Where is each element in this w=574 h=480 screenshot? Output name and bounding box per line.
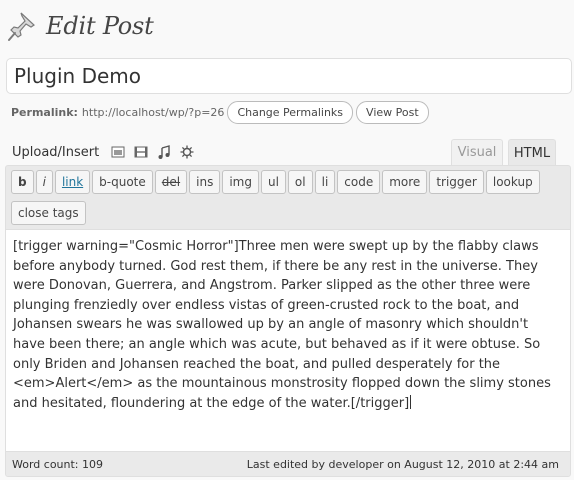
change-permalinks-button[interactable]: Change Permalinks	[227, 100, 354, 124]
pushpin-icon	[8, 12, 35, 41]
post-editor: b i link b-quote del ins img ul ol li code more trig…	[5, 165, 571, 477]
permalink-row: Permalink: http://localhost/wp/?p=26 Cha…	[11, 99, 429, 125]
last-edited: Last edited by developer on August 12, 2…	[246, 457, 559, 471]
permalink-label: Permalink:	[11, 105, 78, 119]
upload-insert-label: Upload/Insert	[12, 144, 100, 160]
quicktag-more-button[interactable]: more	[382, 170, 428, 194]
add-video-icon[interactable]	[134, 145, 148, 159]
editor-status-bar: Word count: 109 Last edited by developer…	[6, 452, 570, 476]
quicktag-b-quote-button[interactable]: b-quote	[92, 170, 153, 194]
permalink-url: http://localhost/wp/?p=26	[81, 105, 225, 119]
text-cursor	[410, 394, 412, 409]
tab-visual[interactable]: Visual	[451, 139, 503, 165]
quicktag-del-button[interactable]: del	[154, 170, 188, 194]
page-title: Edit Post	[46, 12, 154, 40]
post-title-input[interactable]	[6, 58, 572, 94]
word-count: Word count: 109	[12, 457, 104, 471]
quicktag-li-button[interactable]: li	[314, 170, 336, 194]
quicktag-img-button[interactable]: img	[222, 170, 259, 194]
quicktag-code-button[interactable]: code	[337, 170, 381, 194]
tab-html[interactable]: HTML	[508, 139, 556, 166]
quicktag-ins-button[interactable]: ins	[189, 170, 221, 194]
add-audio-icon[interactable]	[157, 145, 171, 159]
post-content-text: [trigger warning="Cosmic Horror"]Three m…	[13, 239, 551, 411]
quicktags-toolbar: b i link b-quote del ins img ul ol li code more trig…	[6, 166, 570, 232]
view-post-button[interactable]: View Post	[356, 100, 429, 124]
quicktag-b-button[interactable]: b	[11, 170, 34, 194]
quicktag-trigger-button[interactable]: trigger	[429, 170, 484, 194]
quicktag-lookup-button[interactable]: lookup	[485, 170, 540, 194]
quicktag-link-button[interactable]: link	[54, 170, 91, 194]
quicktag-ul-button[interactable]: ul	[260, 170, 286, 194]
quicktag-i-button[interactable]: i	[35, 170, 53, 194]
quicktag-ol-button[interactable]: ol	[287, 170, 313, 194]
quicktag-close-tags-button[interactable]: close tags	[11, 201, 86, 225]
post-content-textarea[interactable]: [trigger warning="Cosmic Horror"]Three m…	[6, 229, 570, 452]
add-image-icon[interactable]	[111, 145, 125, 159]
page-header: Edit Post	[6, 8, 154, 44]
upload-insert-bar: Upload/Insert	[12, 141, 203, 163]
add-media-icon[interactable]	[180, 145, 194, 159]
